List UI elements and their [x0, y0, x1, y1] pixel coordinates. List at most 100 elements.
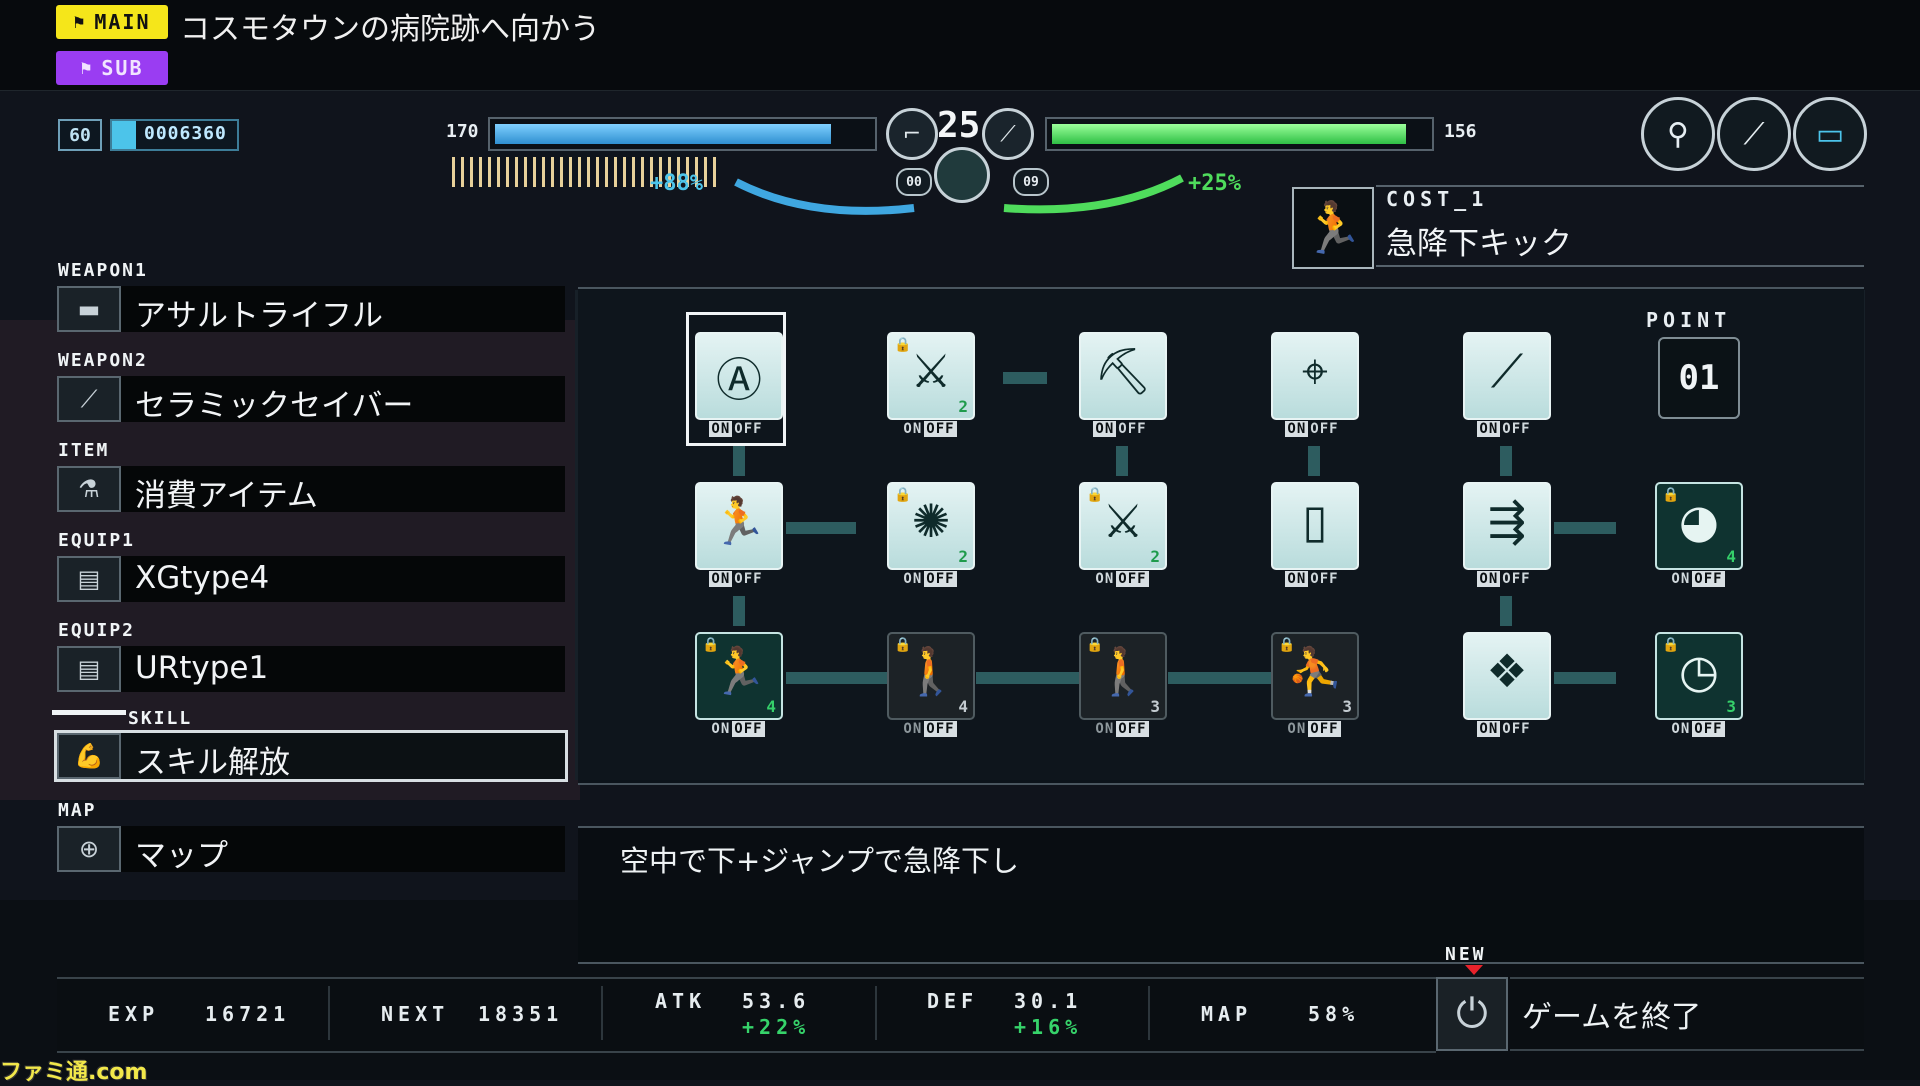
- skill-toggle[interactable]: ON OFF: [692, 721, 782, 737]
- skill-toggle[interactable]: ON OFF: [1652, 571, 1742, 587]
- watermark: ファミ通.com: [0, 1060, 148, 1085]
- hp-right-value: 156: [1444, 121, 1477, 142]
- new-badge: NEW: [1445, 944, 1487, 965]
- pickaxe-icon: ⛏: [1093, 344, 1153, 398]
- green-percent: +25%: [1188, 171, 1241, 196]
- skill-dive-kick[interactable]: 🔒 🏃 4: [695, 632, 783, 720]
- arrows-icon: ⇶: [1487, 494, 1527, 548]
- skill-toggle[interactable]: ON OFF: [1652, 721, 1742, 737]
- skill-saber[interactable]: 🔒 ⚔ 2: [887, 332, 975, 420]
- menu-item-equip1[interactable]: ▤ XGtype4: [57, 556, 565, 602]
- skill-fire[interactable]: ❖: [1463, 632, 1551, 720]
- sword-dial-icon: ⟋: [982, 108, 1034, 160]
- skill-connector: [1308, 446, 1320, 476]
- player-level: 60: [58, 119, 102, 151]
- menu-item-item[interactable]: ⚗ 消費アイテム: [57, 466, 565, 514]
- skill-clock[interactable]: 🔒 ◷ 3: [1655, 632, 1743, 720]
- clock-icon: ◷: [1678, 644, 1720, 698]
- divider: [601, 986, 603, 1040]
- menu-item-skill[interactable]: 💪 スキル解放: [54, 730, 568, 782]
- burst-icon: ✺: [911, 494, 951, 548]
- dive-kick-icon: 🏃: [1292, 187, 1374, 269]
- skill-run[interactable]: 🔒 🚶 4: [887, 632, 975, 720]
- skill-connector: [733, 446, 745, 476]
- point-label: POINT: [1646, 308, 1732, 332]
- skill-toggle[interactable]: ON OFF: [1268, 421, 1358, 437]
- skill-toggle[interactable]: ON OFF: [884, 571, 974, 587]
- power-icon[interactable]: ⏻: [1436, 977, 1508, 1051]
- atk-bonus: +22%: [742, 1015, 811, 1039]
- new-arrow-icon: [1465, 965, 1483, 975]
- menu-item-weapon1[interactable]: ▬ アサルトライフル: [57, 286, 565, 334]
- skill-saber-2[interactable]: 🔒 ⚔ 2: [1079, 482, 1167, 570]
- menu-category: WEAPON2: [58, 350, 148, 371]
- skill-target[interactable]: ⌖: [1271, 332, 1359, 420]
- sub-quest-tag: ⚑ SUB: [56, 51, 168, 85]
- def-label: DEF: [927, 989, 979, 1013]
- action-icon[interactable]: ⚲: [1641, 97, 1715, 171]
- cost-label: COST_1: [1386, 187, 1489, 211]
- green-gauge-fill: [1052, 124, 1406, 144]
- def-bonus: +16%: [1014, 1015, 1083, 1039]
- skill-charge[interactable]: 🔒 ✺ 2: [887, 482, 975, 570]
- tool-icon[interactable]: ⟋: [1717, 97, 1791, 171]
- hp-left-value: 170: [446, 121, 479, 142]
- menu-category: EQUIP1: [58, 530, 136, 551]
- divider: [0, 90, 1920, 91]
- atk-label: ATK: [655, 989, 707, 1013]
- skill-toggle[interactable]: ON OFF: [1460, 721, 1550, 737]
- main-quest-tag: ⚑ MAIN: [56, 5, 168, 39]
- menu-category: WEAPON1: [58, 260, 148, 281]
- skill-toggle[interactable]: ON OFF: [692, 421, 782, 437]
- rifle-icon: ▬: [57, 286, 121, 332]
- saber-icon: ⟋: [57, 376, 121, 422]
- skill-points: 01: [1658, 337, 1740, 419]
- skill-door[interactable]: ▯: [1271, 482, 1359, 570]
- green-gauge: [1045, 117, 1434, 151]
- def-value: 30.1: [1014, 989, 1083, 1013]
- skill-slash[interactable]: ⟋: [1463, 332, 1551, 420]
- runner-icon: 🚶: [902, 644, 960, 698]
- card-icon[interactable]: ▭: [1793, 97, 1867, 171]
- skill-toggle[interactable]: ON OFF: [1460, 421, 1550, 437]
- atk-value: 53.6: [742, 989, 811, 1013]
- skill-connector: [786, 522, 856, 534]
- exp-value: 16721: [205, 1002, 291, 1026]
- skill-toggle[interactable]: ON OFF: [1076, 721, 1166, 737]
- skill-toggle[interactable]: ON OFF: [884, 721, 974, 737]
- map-icon: ⊕: [57, 826, 121, 872]
- exp-label: EXP: [108, 1002, 160, 1026]
- divider: [875, 986, 877, 1040]
- gun-dial-icon: ⌐: [886, 108, 938, 160]
- skill-walk[interactable]: 🔒 🚶 3: [1079, 632, 1167, 720]
- cost-divider: [1376, 265, 1864, 267]
- flames-icon: ❖: [1486, 644, 1528, 698]
- menu-item-map[interactable]: ⊕ マップ: [57, 826, 565, 874]
- blue-percent: +88%: [650, 171, 703, 196]
- slide-icon: 🏃: [710, 494, 768, 548]
- menu-item-weapon2[interactable]: ⟋ セラミックセイバー: [57, 376, 565, 424]
- skill-toggle[interactable]: ON OFF: [692, 571, 782, 587]
- skill-connector: [976, 672, 1080, 684]
- skill-toggle[interactable]: ON OFF: [1076, 571, 1166, 587]
- skill-toggle[interactable]: ON OFF: [884, 421, 974, 437]
- skill-multishot[interactable]: ⇶: [1463, 482, 1551, 570]
- skill-orb[interactable]: 🔒 ◕ 4: [1655, 482, 1743, 570]
- menu-item-equip2[interactable]: ▤ URtype1: [57, 646, 565, 692]
- crosshair-icon: ⌖: [1302, 344, 1328, 398]
- skill-toggle[interactable]: ON OFF: [1460, 571, 1550, 587]
- skill-toggle[interactable]: ON OFF: [1076, 421, 1166, 437]
- menu-category: EQUIP2: [58, 620, 136, 641]
- skill-slide[interactable]: 🏃: [695, 482, 783, 570]
- flag-icon: ⚑: [80, 57, 94, 79]
- skill-crouch[interactable]: 🔒 ⛹ 3: [1271, 632, 1359, 720]
- item-icon: ⚗: [57, 466, 121, 512]
- skill-a[interactable]: Ⓐ: [695, 332, 783, 420]
- skill-toggle[interactable]: ON OFF: [1268, 571, 1358, 587]
- map-label: MAP: [1201, 1002, 1253, 1026]
- walker-icon: 🚶: [1094, 644, 1152, 698]
- skill-pickaxe[interactable]: ⛏: [1079, 332, 1167, 420]
- center-level: 25: [937, 105, 981, 146]
- map-value: 58%: [1308, 1002, 1360, 1026]
- skill-toggle[interactable]: ON OFF: [1268, 721, 1358, 737]
